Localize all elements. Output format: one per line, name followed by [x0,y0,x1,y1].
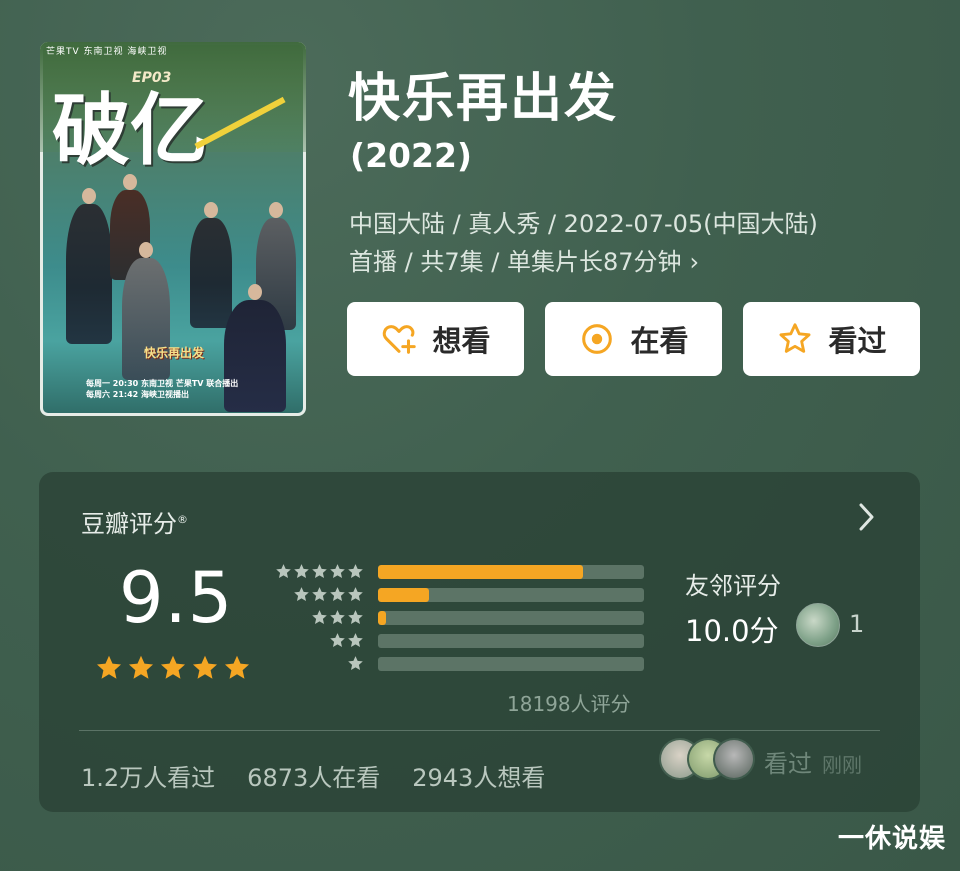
star-icon [276,564,291,579]
star-icon [192,655,218,679]
poster-figure [190,202,232,328]
want-to-watch-label: 想看 [432,324,491,358]
poster-image[interactable]: 芒果TV 东南卫视 海峡卫视 EP03 破亿 快乐再出发 每周一 20:30 东… [40,42,306,416]
friend-rating-label: 友邻评分 [685,572,781,600]
seen-time: 刚刚 [822,753,862,777]
heart-plus-icon [383,325,417,354]
action-buttons: 想看 在看 看过 [347,302,920,376]
poster-figure [122,242,170,380]
distribution-row [269,629,644,652]
show-year: (2022) [350,136,473,175]
want-to-watch-button[interactable]: 想看 [347,302,524,376]
watch-stats: 1.2万人看过 6873人在看 2943人想看 [81,758,545,793]
chevron-right-icon[interactable] [858,502,876,532]
stat-watched[interactable]: 1.2万人看过 [81,758,215,793]
stat-watching[interactable]: 6873人在看 [247,758,380,793]
distribution-bar [378,564,644,579]
divider [79,730,880,731]
rating-score: 9.5 [119,557,234,639]
avatar[interactable] [796,603,840,647]
poster-info-line: 每周一 20:30 东南卫视 芒果TV 联合播出 [86,379,239,388]
distribution-row [269,560,644,583]
stat-want[interactable]: 2943人想看 [412,758,545,793]
seen-text: 看过 [764,750,812,778]
poster-episode-label: EP03 [132,70,172,86]
star-icon [348,564,363,579]
watching-label: 在看 [630,324,689,358]
star-icon [330,610,345,625]
distribution-stars [269,609,364,626]
star-icon [224,655,250,679]
distribution-stars [269,563,364,580]
rating-card-title: 豆瓣评分® [81,504,188,539]
poster-figure [66,188,112,344]
rating-stars [95,654,251,682]
poster-top-text: 芒果TV 东南卫视 海峡卫视 [46,47,168,57]
chevron-right-icon: › [689,248,700,276]
distribution-row [269,652,644,675]
star-icon [96,655,122,679]
watermark: 一休说娱 [837,824,946,854]
meta-line-2: 首播 / 共7集 / 单集片长87分钟 › [349,243,929,281]
star-icon [348,656,363,671]
distribution-stars [269,586,364,603]
star-icon [330,587,345,602]
rating-distribution [269,560,644,675]
distribution-stars [269,632,364,649]
distribution-bar [378,587,644,602]
star-icon [312,564,327,579]
star-icon [312,587,327,602]
star-icon [348,633,363,648]
star-icon [348,587,363,602]
star-icon [294,587,309,602]
rating-title-text: 豆瓣评分 [81,510,177,538]
friend-avatars[interactable] [659,738,755,780]
registered-mark: ® [177,513,188,526]
star-icon [294,564,309,579]
show-meta[interactable]: 中国大陆 / 真人秀 / 2022-07-05(中国大陆) 首播 / 共7集 /… [349,205,929,281]
distribution-bar [378,610,644,625]
star-icon [128,655,154,679]
douban-rating-card[interactable]: 豆瓣评分® 9.5 18198人评分 友邻评分 10.0分 1 1.2万人看过 … [39,472,920,812]
watched-label: 看过 [828,324,887,358]
friend-rating-score: 10.0分 [685,614,779,648]
distribution-bar-fill [378,564,583,579]
avatar [713,738,755,780]
watched-button[interactable]: 看过 [743,302,920,376]
distribution-row [269,583,644,606]
star-outline-icon [779,323,811,353]
star-icon [348,610,363,625]
watching-button[interactable]: 在看 [545,302,722,376]
star-icon [312,610,327,625]
poster-show-logo: 快乐再出发 [144,346,205,360]
meta-line-2-text: 首播 / 共7集 / 单集片长87分钟 [349,248,682,276]
target-icon [582,324,613,354]
star-icon [330,633,345,648]
distribution-row [269,606,644,629]
poster-big-title: 破亿 [52,85,209,176]
rating-count: 18198人评分 [507,692,631,716]
distribution-bar-fill [378,587,429,602]
poster-info-line: 每周六 21:42 海峡卫视播出 [86,390,190,399]
distribution-bar [378,633,644,648]
star-icon [330,564,345,579]
poster-broadcast-info: 每周一 20:30 东南卫视 芒果TV 联合播出 每周六 21:42 海峡卫视播… [86,378,238,400]
recent-activity: 看过 刚刚 [764,744,862,779]
distribution-bar [378,656,644,671]
star-icon [160,655,186,679]
distribution-bar-fill [378,610,386,625]
show-title: 快乐再出发 [348,69,619,129]
meta-line-1: 中国大陆 / 真人秀 / 2022-07-05(中国大陆) [349,210,818,238]
distribution-stars [269,655,364,672]
friend-rating-count: 1 [849,610,865,638]
